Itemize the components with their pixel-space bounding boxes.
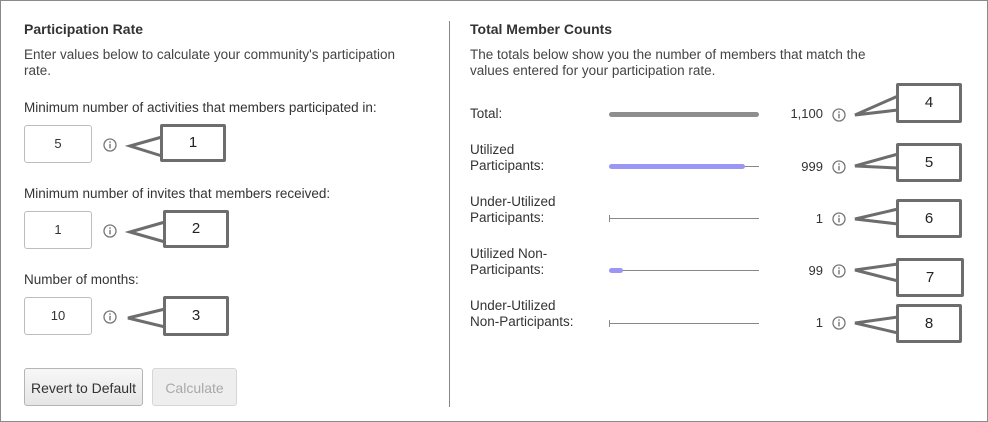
callout-pointers <box>124 93 900 335</box>
callout-1: 1 <box>160 124 226 162</box>
callout-8: 8 <box>896 304 962 343</box>
callout-6: 6 <box>896 199 962 238</box>
callout-7: 7 <box>896 258 964 297</box>
callout-3: 3 <box>163 296 229 336</box>
callout-5: 5 <box>896 143 962 182</box>
callout-2: 2 <box>163 210 229 248</box>
callout-4: 4 <box>896 83 962 123</box>
